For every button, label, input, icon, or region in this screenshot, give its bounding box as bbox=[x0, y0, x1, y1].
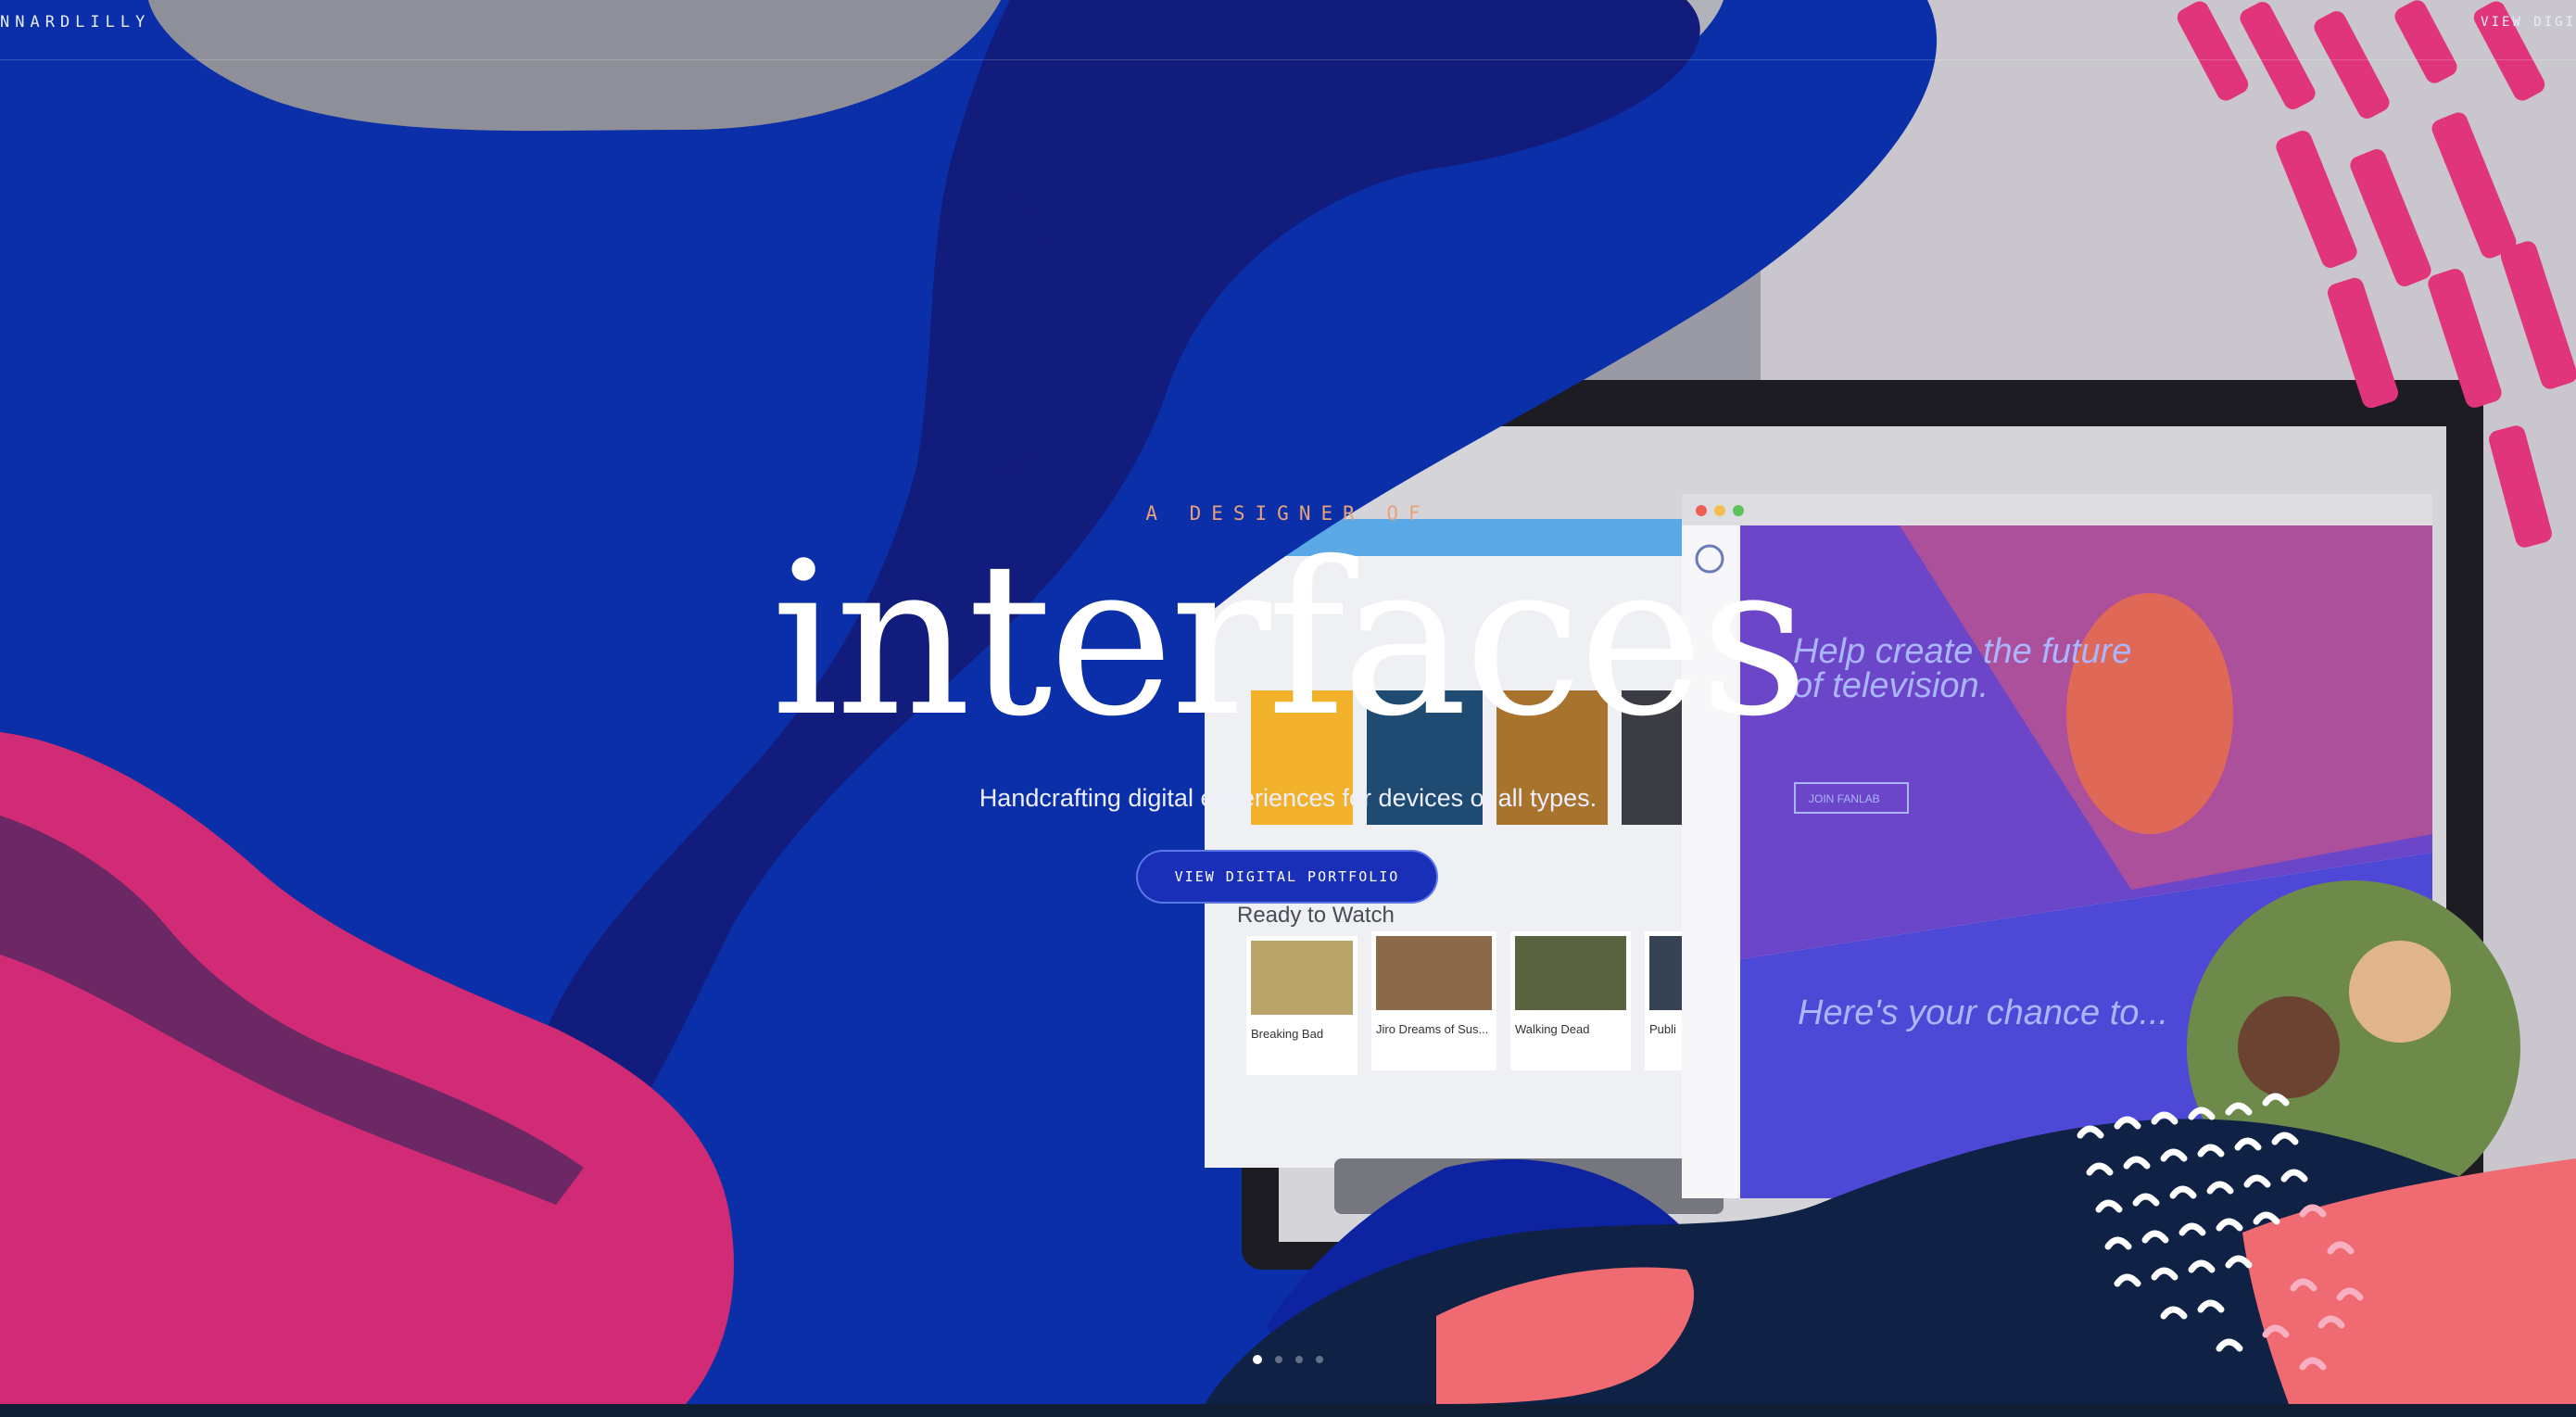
screen-second-heading: Here's your chance to... bbox=[1798, 993, 2168, 1032]
hero-headline: interfaces bbox=[771, 516, 1808, 763]
site-logo[interactable]: NNARDLILLY bbox=[0, 13, 150, 32]
carousel-dot[interactable] bbox=[1295, 1356, 1303, 1363]
tile-title: Walking Dead bbox=[1515, 1022, 1589, 1036]
carousel-dot[interactable] bbox=[1316, 1356, 1323, 1363]
tile-title: Jiro Dreams of Sus... bbox=[1376, 1022, 1488, 1036]
tile-title: Breaking Bad bbox=[1251, 1027, 1323, 1041]
view-portfolio-button[interactable]: VIEW DIGITAL PORTFOLIO bbox=[1136, 850, 1438, 904]
top-bar: NNARDLILLY VIEW DIGI bbox=[0, 0, 2576, 60]
carousel-dot[interactable] bbox=[1275, 1356, 1282, 1363]
carousel-dot[interactable] bbox=[1253, 1355, 1262, 1364]
hero-section: Ready to Watch Breaking Bad Jiro Dreams … bbox=[0, 0, 2576, 1404]
screen-row-heading: Ready to Watch bbox=[1237, 903, 1395, 928]
nav-link-view-digital[interactable]: VIEW DIGI bbox=[2481, 15, 2576, 30]
bottom-strip bbox=[0, 1404, 2576, 1417]
carousel-dots bbox=[1253, 1353, 1323, 1366]
hero-subline: Handcrafting digital experiences for dev… bbox=[979, 784, 1597, 812]
tile-title: Publi bbox=[1649, 1022, 1676, 1036]
